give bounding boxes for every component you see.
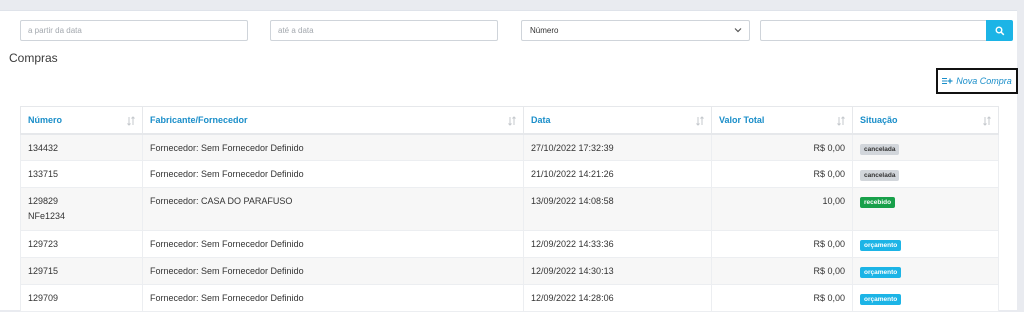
cell-fornecedor: Fornecedor: Sem Fornecedor Definido — [142, 284, 524, 312]
column-header-fabricante[interactable]: Fabricante/Fornecedor — [142, 106, 524, 135]
sort-icon — [983, 116, 991, 126]
sort-icon — [837, 116, 845, 126]
table-row[interactable]: 133715 Fornecedor: Sem Fornecedor Defini… — [20, 160, 999, 188]
column-header-numero[interactable]: Número — [20, 106, 143, 135]
cell-situacao: recebido — [852, 187, 999, 231]
cell-data: 12/09/2022 14:33:36 — [523, 230, 712, 258]
cell-valor: R$ 0,00 — [711, 160, 853, 188]
purchase-number: 133715 — [28, 169, 59, 179]
sort-icon — [696, 116, 704, 126]
cell-numero: 129723 — [20, 230, 143, 258]
invoice-number: NFe1234 — [28, 211, 66, 221]
column-header-valor-total-label: Valor Total — [719, 114, 765, 125]
search-button[interactable] — [986, 20, 1013, 41]
cell-valor: 10,00 — [711, 187, 853, 231]
cell-fornecedor: Fornecedor: Sem Fornecedor Definido — [142, 133, 524, 161]
add-list-icon — [942, 78, 953, 84]
cell-valor: R$ 0,00 — [711, 284, 853, 312]
table-row[interactable]: 129829 NFe1234 Fornecedor: CASA DO PARAF… — [20, 187, 999, 231]
cell-numero: 134432 — [20, 133, 143, 161]
column-header-situacao[interactable]: Situação — [852, 106, 999, 135]
search-icon — [995, 26, 1004, 35]
cell-data: 13/09/2022 14:08:58 — [523, 187, 712, 231]
cell-fornecedor: Fornecedor: Sem Fornecedor Definido — [142, 160, 524, 188]
column-header-data-label: Data — [531, 114, 551, 125]
chevron-down-icon — [734, 28, 742, 33]
search-input[interactable] — [760, 20, 987, 41]
purchase-number: 129829 — [28, 196, 59, 206]
table-header-row: Número Fabricante/Fornecedor Data Valor … — [20, 106, 999, 135]
status-badge: orçamento — [860, 267, 902, 279]
table-row[interactable]: 129709 Fornecedor: Sem Fornecedor Defini… — [20, 284, 999, 312]
page-title: Compras — [9, 51, 58, 65]
cell-valor: R$ 0,00 — [711, 230, 853, 258]
cell-numero: 129709 — [20, 284, 143, 312]
status-badge: recebido — [860, 197, 896, 209]
cell-data: 12/09/2022 14:28:06 — [523, 284, 712, 312]
table-row[interactable]: 129715 Fornecedor: Sem Fornecedor Defini… — [20, 257, 999, 285]
cell-valor: R$ 0,00 — [711, 133, 853, 161]
date-from-input[interactable] — [20, 20, 248, 41]
status-badge: orçamento — [860, 294, 902, 306]
status-badge: orçamento — [860, 240, 902, 252]
cell-numero: 129829 NFe1234 — [20, 187, 143, 231]
status-badge: cancelada — [860, 170, 900, 182]
cell-numero: 129715 — [20, 257, 143, 285]
cell-fornecedor: Fornecedor: Sem Fornecedor Definido — [142, 230, 524, 258]
cell-situacao: orçamento — [852, 284, 999, 312]
cell-data: 21/10/2022 14:21:26 — [523, 160, 712, 188]
purchase-number: 129723 — [28, 239, 59, 249]
column-header-situacao-label: Situação — [860, 114, 898, 125]
search-field-select-value: Número — [530, 26, 559, 35]
new-purchase-button[interactable]: Nova Compra — [936, 68, 1018, 94]
table-row[interactable]: 134432 Fornecedor: Sem Fornecedor Defini… — [20, 133, 999, 161]
date-to-input[interactable] — [270, 20, 498, 41]
status-badge: cancelada — [860, 143, 900, 155]
purchase-number: 134432 — [28, 142, 59, 153]
column-header-data[interactable]: Data — [523, 106, 712, 135]
purchase-number: 129709 — [28, 293, 59, 303]
table-row[interactable]: 129723 Fornecedor: Sem Fornecedor Defini… — [20, 230, 999, 258]
column-header-fabricante-label: Fabricante/Fornecedor — [150, 114, 248, 125]
cell-fornecedor: Fornecedor: Sem Fornecedor Definido — [142, 257, 524, 285]
purchases-page: Número Compras Nova Compra — [0, 10, 1018, 312]
column-header-valor-total[interactable]: Valor Total — [711, 106, 853, 135]
purchase-number: 129715 — [28, 266, 59, 276]
sort-icon — [508, 116, 516, 126]
cell-situacao: cancelada — [852, 160, 999, 188]
column-header-numero-label: Número — [28, 114, 63, 125]
purchases-table: Número Fabricante/Fornecedor Data Valor … — [20, 106, 999, 312]
cell-numero: 133715 — [20, 160, 143, 188]
sort-icon — [127, 116, 135, 126]
cell-situacao: orçamento — [852, 230, 999, 258]
search-field-select[interactable]: Número — [521, 20, 750, 41]
cell-fornecedor: Fornecedor: CASA DO PARAFUSO — [142, 187, 524, 231]
cell-situacao: orçamento — [852, 257, 999, 285]
cell-situacao: cancelada — [852, 133, 999, 161]
cell-data: 12/09/2022 14:30:13 — [523, 257, 712, 285]
cell-data: 27/10/2022 17:32:39 — [523, 133, 712, 161]
new-purchase-label: Nova Compra — [956, 76, 1012, 86]
cell-valor: R$ 0,00 — [711, 257, 853, 285]
